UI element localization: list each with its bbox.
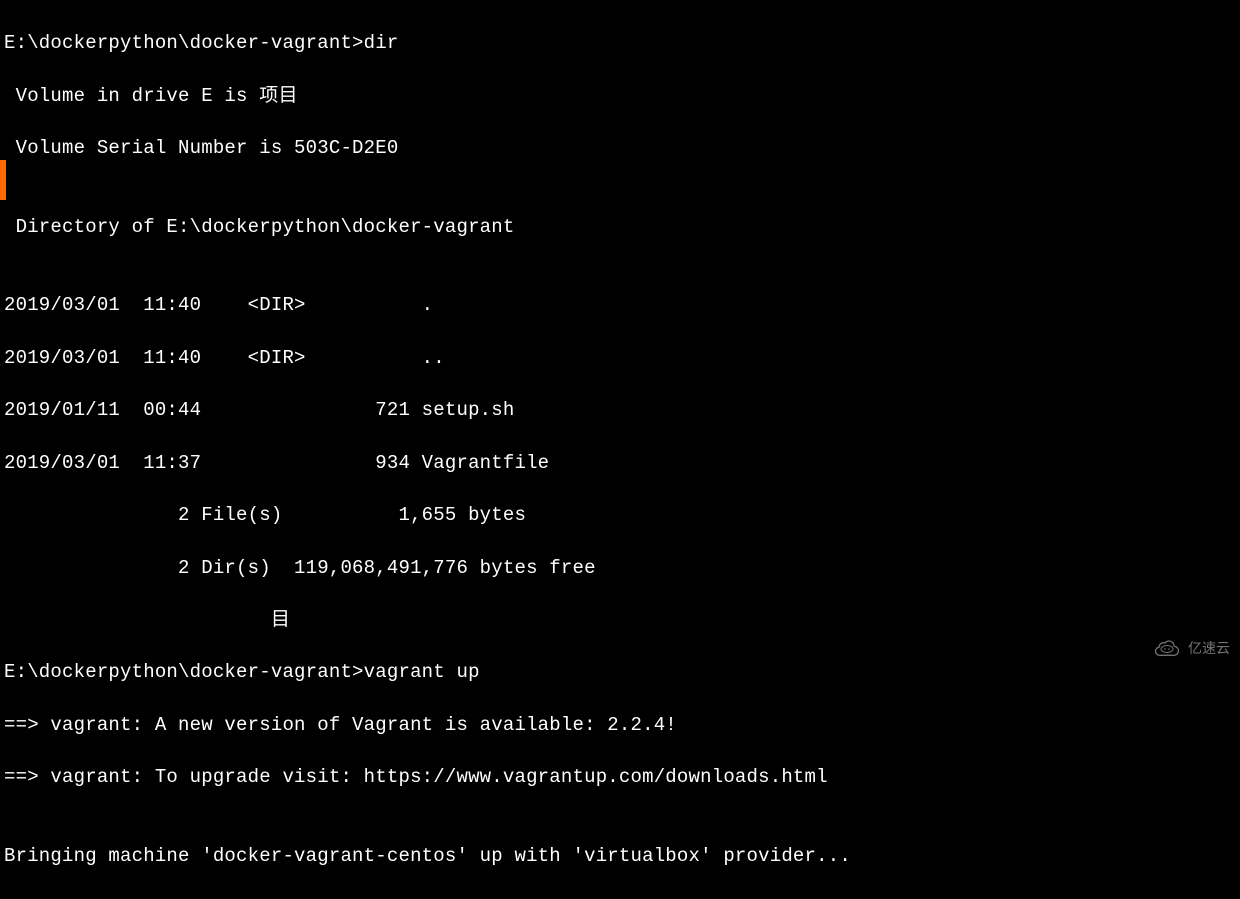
terminal-line: 2019/03/01 11:40 <DIR> . — [4, 292, 1236, 318]
terminal-line: ==> vagrant: To upgrade visit: https://w… — [4, 764, 1236, 790]
terminal-line: Bringing machine 'docker-vagrant-centos'… — [4, 843, 1236, 869]
terminal-line: Volume in drive E is 项目 — [4, 83, 1236, 109]
terminal-line: 2019/03/01 11:37 934 Vagrantfile — [4, 450, 1236, 476]
terminal-line: E:\dockerpython\docker-vagrant>dir — [4, 30, 1236, 56]
terminal-line: 目 — [4, 607, 1236, 633]
terminal-line: Directory of E:\dockerpython\docker-vagr… — [4, 214, 1236, 240]
terminal-line: 2019/01/11 00:44 721 setup.sh — [4, 397, 1236, 423]
terminal-line: E:\dockerpython\docker-vagrant>vagrant u… — [4, 659, 1236, 685]
terminal-line: 2 Dir(s) 119,068,491,776 bytes free — [4, 555, 1236, 581]
terminal-line: 2 File(s) 1,655 bytes — [4, 502, 1236, 528]
terminal-output[interactable]: E:\dockerpython\docker-vagrant>dir Volum… — [0, 0, 1240, 899]
cloud-icon — [1152, 638, 1182, 660]
watermark-text: 亿速云 — [1188, 639, 1230, 658]
terminal-line: Volume Serial Number is 503C-D2E0 — [4, 135, 1236, 161]
watermark: 亿速云 — [1152, 638, 1230, 660]
terminal-line: 2019/03/01 11:40 <DIR> .. — [4, 345, 1236, 371]
terminal-line: ==> vagrant: A new version of Vagrant is… — [4, 712, 1236, 738]
selection-indicator — [0, 160, 6, 200]
